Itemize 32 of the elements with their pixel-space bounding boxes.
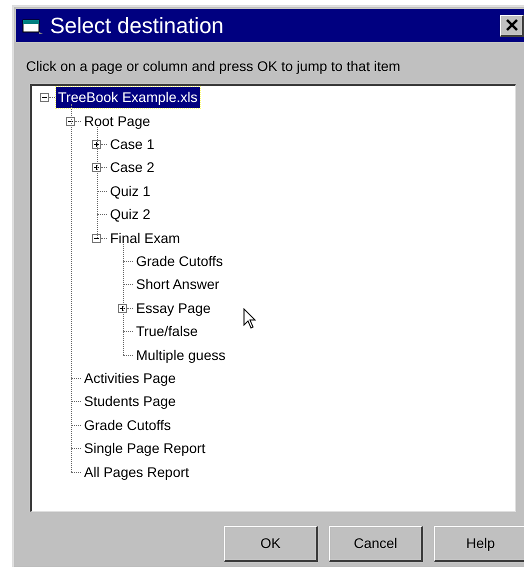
tree-item[interactable]: Grade Cutoffs <box>134 250 225 272</box>
close-button[interactable] <box>500 14 524 36</box>
dialog-button[interactable]: Cancel <box>329 526 423 562</box>
window-icon <box>22 16 44 34</box>
tree-item[interactable]: Students Page <box>82 391 178 412</box>
cursor-icon <box>243 308 257 330</box>
tree-item[interactable]: Essay Page <box>134 298 213 319</box>
tree-item[interactable]: Case 2 <box>108 157 156 178</box>
tree-item[interactable]: Case 1 <box>108 134 156 155</box>
collapse-icon[interactable] <box>40 93 49 102</box>
tree-item[interactable]: Final Exam <box>108 228 182 249</box>
dialog-button[interactable]: Help <box>434 526 524 562</box>
expand-icon[interactable] <box>92 163 101 172</box>
tree-item[interactable]: Short Answer <box>134 274 222 296</box>
tree-item[interactable]: Quiz 2 <box>108 204 152 226</box>
tree-item[interactable]: True/false <box>134 321 200 342</box>
window-title: Select destination <box>50 14 224 36</box>
tree-item[interactable]: Root Page <box>82 110 152 132</box>
dialog-button[interactable]: OK <box>224 526 318 562</box>
expand-icon[interactable] <box>118 304 127 313</box>
tree-item[interactable]: Quiz 1 <box>108 180 152 202</box>
collapse-icon[interactable] <box>92 234 101 243</box>
expand-icon[interactable] <box>92 140 101 149</box>
collapse-icon[interactable] <box>66 116 75 126</box>
tree-item[interactable]: Single Page Report <box>82 438 208 460</box>
tree-item[interactable]: Multiple guess <box>134 344 228 366</box>
tree-item[interactable]: Activities Page <box>82 368 178 389</box>
tree-item[interactable]: Grade Cutoffs <box>82 414 173 436</box>
tree-item[interactable]: TreeBook Example.xls <box>56 87 200 108</box>
tree-item[interactable]: All Pages Report <box>82 462 192 483</box>
instruction-text: Click on a page or column and press OK to jump to that item <box>26 57 402 76</box>
close-icon <box>506 19 518 31</box>
